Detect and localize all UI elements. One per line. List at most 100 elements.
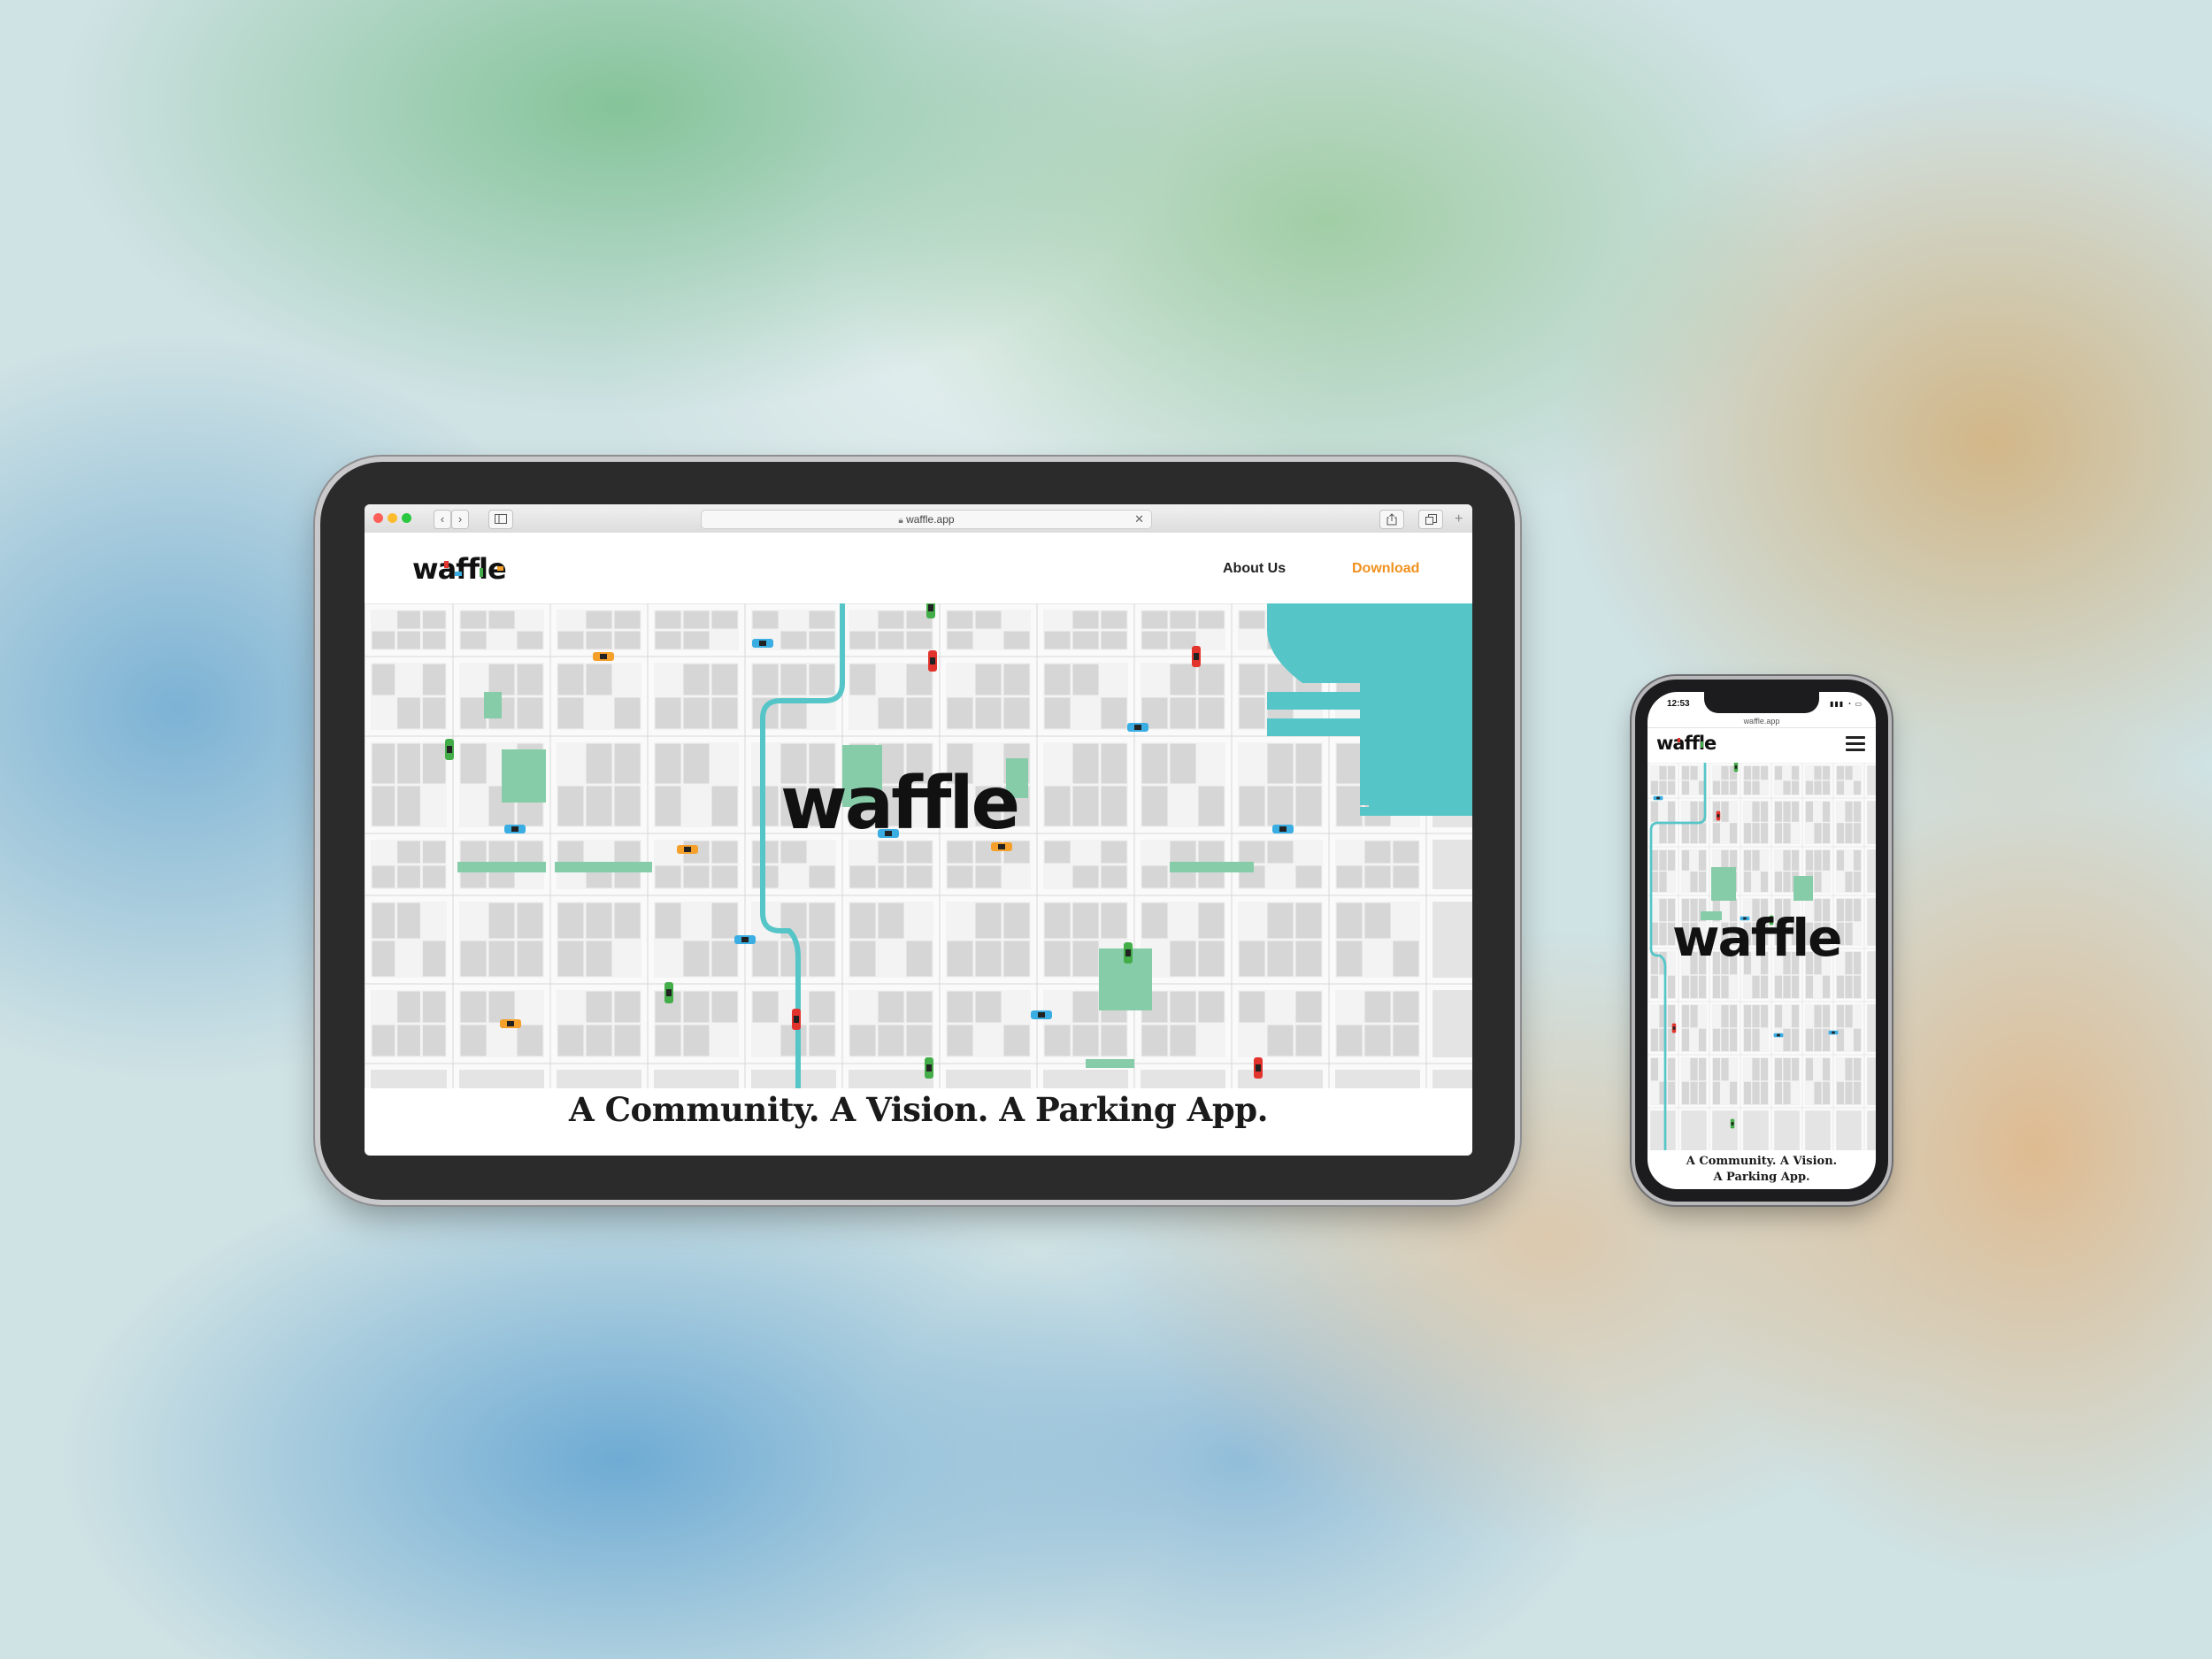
map-water (1360, 807, 1472, 816)
map-building (1295, 786, 1322, 826)
minimize-window-dot[interactable] (388, 513, 397, 523)
sidebar-button[interactable] (488, 510, 513, 529)
map-building (1681, 765, 1690, 780)
forward-button[interactable]: › (451, 510, 469, 529)
map-building (1101, 841, 1127, 864)
map-car-window (759, 641, 766, 646)
map-building (1141, 902, 1168, 939)
close-icon[interactable]: ✕ (1134, 511, 1144, 528)
hamburger-menu-icon[interactable] (1846, 736, 1865, 755)
phone-tagline-line1: A Community. A Vision. (1686, 1155, 1838, 1168)
map-building (1364, 865, 1391, 888)
map-building (1791, 975, 1800, 999)
map-building (614, 697, 641, 729)
map-building (1003, 1025, 1030, 1056)
map-building (517, 841, 543, 864)
nav-about-us-link[interactable]: About Us (1223, 561, 1286, 577)
map-building (711, 902, 738, 939)
map-building (849, 631, 876, 649)
new-tab-button[interactable]: + (1455, 511, 1463, 527)
map-building (1752, 975, 1760, 999)
share-button[interactable] (1379, 510, 1404, 529)
chevron-left-icon: ‹ (440, 512, 445, 526)
map-building (1774, 1004, 1783, 1028)
map-building (1667, 823, 1676, 844)
map-building (878, 611, 904, 629)
map-building (1267, 1025, 1294, 1056)
map-building (1336, 902, 1363, 939)
map-building (1239, 841, 1265, 864)
map-building (1044, 786, 1071, 826)
map-car-window (600, 654, 607, 659)
map-building (1814, 780, 1822, 795)
map-building (422, 865, 446, 888)
map-building (1783, 975, 1791, 999)
map-building (683, 611, 710, 629)
map-building (947, 1025, 973, 1056)
map-building (1681, 1081, 1690, 1105)
map-building (1805, 1028, 1814, 1052)
map-car-window (928, 604, 933, 611)
map-building (1752, 1057, 1760, 1081)
map-building (655, 786, 681, 826)
map-car-window (1734, 765, 1738, 769)
waffle-logo[interactable]: waffle (412, 554, 511, 584)
map-building (1198, 902, 1225, 939)
map-building (1690, 1004, 1698, 1028)
map-building (372, 941, 396, 977)
map-building (1393, 1025, 1419, 1056)
map-building (1853, 1057, 1862, 1081)
nav-download-link[interactable]: Download (1352, 561, 1419, 577)
map-building (1101, 743, 1127, 784)
map-park (555, 862, 652, 872)
map-building (1822, 765, 1831, 780)
map-building (1805, 801, 1814, 822)
map-building (1336, 941, 1363, 977)
address-bar[interactable]: 🔒︎ waffle.app ✕ (701, 510, 1152, 529)
map-building (1364, 902, 1391, 939)
map-building (1721, 765, 1729, 780)
close-window-dot[interactable] (373, 513, 383, 523)
map-building (1364, 1025, 1391, 1056)
map-building (1774, 872, 1783, 893)
map-building (614, 1025, 641, 1056)
map-building (460, 697, 487, 729)
map-building (1239, 611, 1265, 629)
map-building (1752, 1028, 1760, 1052)
map-building (372, 743, 396, 784)
map-building (1853, 975, 1862, 999)
zoom-window-dot[interactable] (402, 513, 411, 523)
map-building (1743, 1004, 1752, 1028)
map-building (1698, 849, 1707, 871)
phone-address-bar[interactable]: waffle.app (1647, 717, 1876, 726)
tabs-button[interactable] (1418, 510, 1443, 529)
map-building (711, 941, 738, 977)
map-building (1805, 1057, 1814, 1081)
map-building (906, 697, 933, 729)
phone-waffle-logo[interactable]: waffle (1656, 733, 1724, 754)
tabs-icon (1425, 514, 1437, 525)
phone-hero-tagline: A Community. A Vision. A Parking App. (1647, 1154, 1876, 1186)
map-building (752, 941, 779, 977)
map-car-window (1672, 1026, 1676, 1030)
map-building (655, 902, 681, 939)
map-building (1141, 743, 1168, 784)
map-building (1752, 765, 1760, 780)
map-car-window (741, 937, 749, 942)
map-building (906, 991, 933, 1023)
map-car-window (1256, 1064, 1261, 1071)
map-building (683, 1025, 710, 1056)
map-building (1650, 780, 1659, 795)
map-building (557, 664, 584, 695)
map-building (460, 991, 487, 1023)
map-building (1072, 786, 1099, 826)
map-building (614, 631, 641, 649)
map-building (1659, 922, 1667, 946)
map-building (460, 631, 487, 649)
map-building (488, 611, 515, 629)
map-building (1170, 697, 1196, 729)
map-building (1791, 765, 1800, 780)
map-building (1198, 841, 1225, 864)
back-button[interactable]: ‹ (434, 510, 451, 529)
map-park (1711, 867, 1736, 901)
